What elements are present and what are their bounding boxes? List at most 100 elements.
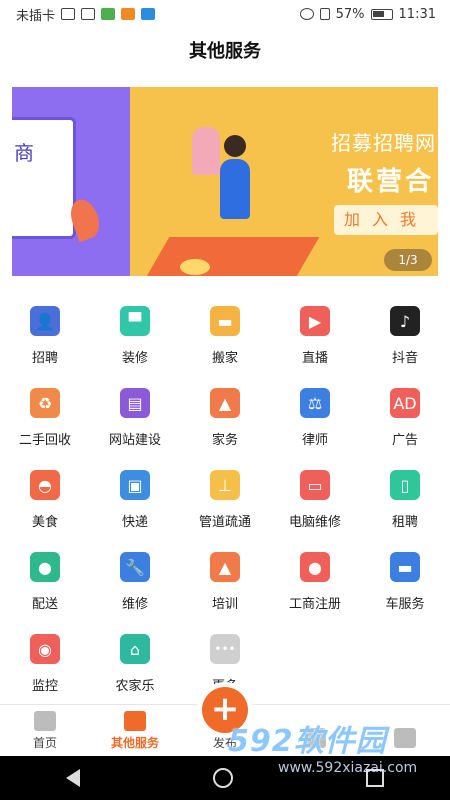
paint-roller-icon: ▀ bbox=[120, 306, 150, 336]
sim-icon bbox=[61, 8, 76, 20]
service-grid: 👤 招聘 ▀ 装修 ▬ 搬家 ▶ 直播 ♪ 抖音 ♻ 二手回收 ▤ 网站建设 ▲ 家务 ⚖ 律师 AD 广告 ◓ 美食 ▣ 快… bbox=[0, 298, 450, 708]
coins-illustration bbox=[180, 259, 210, 275]
video-camera-icon: ▶ bbox=[300, 306, 330, 336]
service-label: 监控 bbox=[31, 679, 58, 694]
status-left: 未插卡 bbox=[16, 5, 156, 24]
carrier-text: 未插卡 bbox=[16, 8, 56, 24]
car-icon: ▬ bbox=[390, 552, 420, 582]
service-label: 抖音 bbox=[391, 351, 418, 366]
banner-card-glyph: 商 bbox=[14, 141, 34, 165]
website-icon: ▤ bbox=[120, 388, 150, 418]
back-icon[interactable] bbox=[66, 769, 81, 787]
tab-label: 其他服务 bbox=[110, 736, 159, 750]
service-item[interactable]: ▬ 车服务 bbox=[360, 544, 450, 626]
status-right: 57% 11:31 bbox=[299, 6, 436, 22]
man-illustration bbox=[220, 159, 250, 219]
service-item[interactable]: ▭ 电脑维修 bbox=[270, 462, 360, 544]
clock: 11:31 bbox=[398, 6, 436, 22]
service-label: 电脑维修 bbox=[288, 515, 341, 530]
service-label: 培训 bbox=[211, 597, 238, 612]
plunger-icon: ⊥ bbox=[210, 470, 240, 500]
more-icon: ••• bbox=[210, 634, 240, 664]
service-label: 管道疏通 bbox=[198, 515, 251, 530]
service-label: 农家乐 bbox=[115, 679, 155, 694]
service-label: 搬家 bbox=[211, 351, 238, 366]
wifi-icon bbox=[81, 8, 96, 20]
service-label: 配送 bbox=[31, 597, 58, 612]
service-item[interactable]: ♻ 二手回收 bbox=[0, 380, 90, 462]
service-item[interactable]: ● 配送 bbox=[0, 544, 90, 626]
service-item[interactable]: ▀ 装修 bbox=[90, 298, 180, 380]
door-icon: ▯ bbox=[390, 470, 420, 500]
service-label: 家务 bbox=[211, 433, 238, 448]
service-item[interactable]: 👤 招聘 bbox=[0, 298, 90, 380]
banner-join-button[interactable]: 加入我 bbox=[333, 205, 438, 235]
banner-card-illustration bbox=[12, 117, 76, 239]
tab-home[interactable]: 首页 bbox=[0, 705, 90, 756]
service-label: 车服务 bbox=[385, 597, 425, 612]
watermark-url: www.592xiazai.com bbox=[278, 760, 418, 776]
service-label: 律师 bbox=[301, 433, 328, 448]
eye-icon bbox=[299, 8, 314, 20]
banner-title: 招募招聘网 bbox=[331, 131, 436, 155]
service-item[interactable]: ⊥ 管道疏通 bbox=[180, 462, 270, 544]
service-item[interactable]: ▲ 培训 bbox=[180, 544, 270, 626]
wrench-icon: 🔧 bbox=[120, 552, 150, 582]
computer-repair-icon: ▭ bbox=[300, 470, 330, 500]
graduation-cap-icon: ▲ bbox=[210, 552, 240, 582]
service-item[interactable]: ▯ 租聘 bbox=[360, 462, 450, 544]
service-item[interactable]: ▣ 快递 bbox=[90, 462, 180, 544]
business-register-icon: ● bbox=[300, 552, 330, 582]
service-label: 网站建设 bbox=[108, 433, 161, 448]
service-item[interactable]: ♪ 抖音 bbox=[360, 298, 450, 380]
recycle-icon: ♻ bbox=[30, 388, 60, 418]
service-item[interactable]: ⌂ 农家乐 bbox=[90, 626, 180, 708]
woman-illustration bbox=[192, 127, 220, 175]
service-label: 快递 bbox=[121, 515, 148, 530]
battery-percent: 57% bbox=[335, 6, 365, 22]
service-item[interactable]: ◓ 美食 bbox=[0, 462, 90, 544]
food-cloche-icon: ◓ bbox=[30, 470, 60, 500]
message-icon bbox=[141, 8, 156, 20]
tab-other-services[interactable]: 其他服务 bbox=[90, 705, 180, 756]
service-label: 租聘 bbox=[391, 515, 418, 530]
tiktok-icon: ♪ bbox=[390, 306, 420, 336]
man-head-illustration bbox=[224, 135, 246, 157]
parcel-icon: ▣ bbox=[120, 470, 150, 500]
watermark-logo-text: 592软件园 bbox=[228, 724, 387, 759]
watermark: 592软件园 www.592xiazai.com bbox=[222, 716, 450, 776]
service-item[interactable]: ◉ 监控 bbox=[0, 626, 90, 708]
platform-illustration bbox=[134, 237, 320, 276]
service-item[interactable]: ▤ 网站建设 bbox=[90, 380, 180, 462]
service-label: 美食 bbox=[31, 515, 58, 530]
battery-icon bbox=[370, 8, 393, 20]
promo-banner[interactable]: 商 招募招聘网 联营合 加入我 1/3 bbox=[12, 87, 438, 276]
service-label: 装修 bbox=[121, 351, 148, 366]
service-item[interactable]: ▲ 家务 bbox=[180, 380, 270, 462]
farmhouse-icon: ⌂ bbox=[120, 634, 150, 664]
service-item[interactable]: ▶ 直播 bbox=[270, 298, 360, 380]
page-title: 其他服务 bbox=[189, 41, 261, 62]
truck-icon: ▬ bbox=[210, 306, 240, 336]
service-label: 广告 bbox=[391, 433, 418, 448]
service-item[interactable]: ▬ 搬家 bbox=[180, 298, 270, 380]
service-label: 工商注册 bbox=[288, 597, 341, 612]
service-label: 维修 bbox=[121, 597, 148, 612]
app-notification-icon bbox=[121, 8, 136, 20]
ad-icon: AD bbox=[390, 388, 420, 418]
status-bar: 未插卡 57% 11:31 bbox=[0, 0, 450, 28]
vibrate-icon bbox=[319, 8, 330, 20]
recruit-icon: 👤 bbox=[30, 306, 60, 336]
service-label: 招聘 bbox=[31, 351, 58, 366]
service-item[interactable]: ⚖ 律师 bbox=[270, 380, 360, 462]
banner-subtitle: 联营合 bbox=[346, 167, 434, 197]
surveillance-camera-icon: ◉ bbox=[30, 634, 60, 664]
service-item[interactable]: ● 工商注册 bbox=[270, 544, 360, 626]
service-item[interactable]: AD 广告 bbox=[360, 380, 450, 462]
gavel-icon: ⚖ bbox=[300, 388, 330, 418]
banner-left-panel: 商 bbox=[12, 87, 130, 276]
tab-label: 首页 bbox=[32, 736, 57, 750]
service-item[interactable]: 🔧 维修 bbox=[90, 544, 180, 626]
banner-pager: 1/3 bbox=[384, 249, 432, 271]
housework-icon: ▲ bbox=[210, 388, 240, 418]
